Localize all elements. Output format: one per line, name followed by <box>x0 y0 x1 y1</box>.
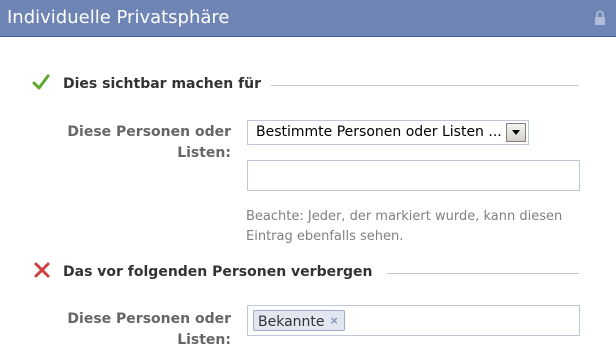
show-field-label: Diese Personen oder Listen: <box>67 124 231 161</box>
lock-icon <box>595 10 605 25</box>
dialog-title: Individuelle Privatsphäre <box>7 7 230 28</box>
token-bekannte: Bekannte × <box>253 310 345 331</box>
cross-icon <box>34 262 50 278</box>
audience-select-value: Bestimmte Personen oder Listen ... <box>256 124 502 140</box>
show-section-title: Dies sichtbar machen für <box>63 76 262 92</box>
dialog-header: Individuelle Privatsphäre <box>0 0 616 37</box>
show-people-input[interactable] <box>247 160 580 191</box>
remove-token-icon[interactable]: × <box>330 311 339 330</box>
audience-select[interactable]: Bestimmte Personen oder Listen ... <box>247 120 529 145</box>
dropdown-button[interactable] <box>506 123 526 142</box>
chevron-down-icon <box>512 130 520 135</box>
check-icon <box>32 74 50 90</box>
visibility-note: Beachte: Jeder, der markiert wurde, kann… <box>246 209 563 244</box>
hide-section-title: Das vor folgenden Personen verbergen <box>63 264 373 280</box>
section-divider <box>387 273 579 274</box>
hide-field-label: Diese Personen oder Listen: <box>67 311 231 348</box>
hide-people-input[interactable]: Bekannte × <box>247 305 580 336</box>
token-label: Bekannte <box>258 314 325 330</box>
section-divider <box>271 85 579 86</box>
